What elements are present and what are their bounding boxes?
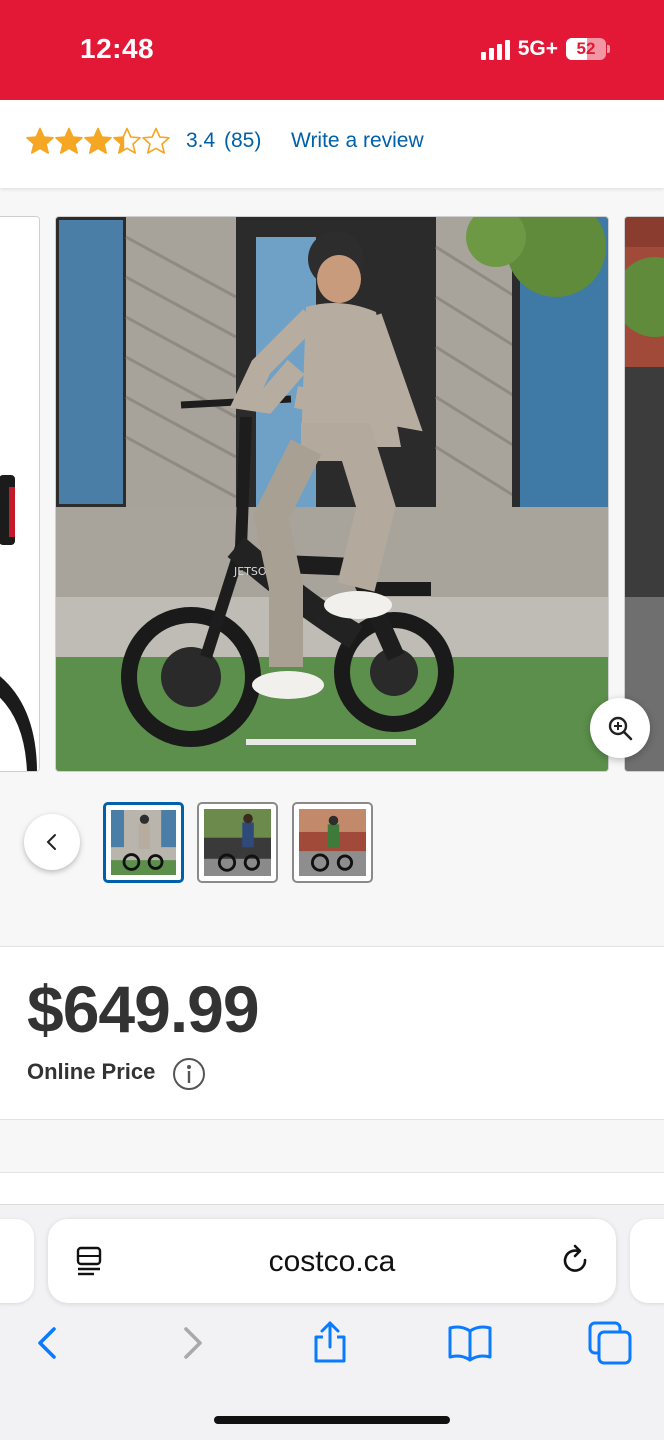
star-icon (113, 127, 141, 154)
product-photo-icon: JETSON (56, 217, 608, 771)
product-gallery[interactable]: JETSON (0, 216, 664, 772)
write-review-link[interactable]: Write a review (291, 129, 424, 153)
star-icon (55, 127, 83, 154)
battery-icon: 52 (566, 38, 610, 60)
star-icon (142, 127, 170, 154)
info-icon[interactable] (172, 1057, 206, 1091)
rating-count[interactable]: (85) (224, 129, 261, 153)
bookmarks-icon[interactable] (446, 1319, 494, 1367)
star-icon (84, 127, 112, 154)
reload-icon[interactable] (558, 1243, 594, 1279)
forward-icon[interactable] (168, 1319, 216, 1367)
star-rating[interactable] (26, 127, 170, 155)
battery-percent: 52 (576, 39, 596, 58)
thumb-man-on-ebike-icon (111, 810, 176, 875)
status-time: 12:48 (80, 33, 155, 64)
rating-bar: 3.4 (85) Write a review (0, 100, 664, 188)
home-indicator[interactable] (214, 1416, 450, 1424)
previous-slide-image[interactable] (0, 216, 40, 772)
share-icon[interactable] (306, 1319, 354, 1367)
next-tab-pill[interactable] (630, 1219, 664, 1303)
thumbnail-3[interactable] (292, 802, 373, 883)
url-text[interactable]: costco.ca (48, 1245, 616, 1279)
signal-icon (480, 38, 510, 60)
next-slide-image[interactable] (624, 216, 664, 772)
thumb-woman-on-ebike-icon (204, 809, 271, 876)
star-icon (26, 127, 54, 154)
browser-bottom-bar: costco.ca (0, 1204, 664, 1440)
price-card: $649.99 Online Price (0, 946, 664, 1120)
thumb-rider-street-ebike-icon (299, 809, 366, 876)
product-price: $649.99 (27, 972, 260, 1046)
main-product-image[interactable]: JETSON (55, 216, 609, 772)
previous-thumbnails-button[interactable] (24, 814, 80, 870)
status-bar: 12:48 5G+ 52 (0, 0, 664, 100)
zoom-in-icon (608, 716, 633, 741)
previous-tab-pill[interactable] (0, 1219, 34, 1303)
status-indicators: 5G+ 52 (480, 37, 610, 61)
thumbnail-2[interactable] (197, 802, 278, 883)
thumbnail-row (0, 800, 664, 886)
back-icon[interactable] (24, 1319, 72, 1367)
tabs-icon[interactable] (586, 1319, 634, 1367)
price-label: Online Price (27, 1059, 156, 1084)
rating-value[interactable]: 3.4 (186, 129, 215, 153)
thumbnail-1[interactable] (103, 802, 184, 883)
chevron-left-icon (46, 834, 56, 850)
address-bar[interactable]: costco.ca (48, 1219, 616, 1303)
network-type: 5G+ (517, 37, 558, 60)
zoom-button[interactable] (590, 698, 650, 758)
